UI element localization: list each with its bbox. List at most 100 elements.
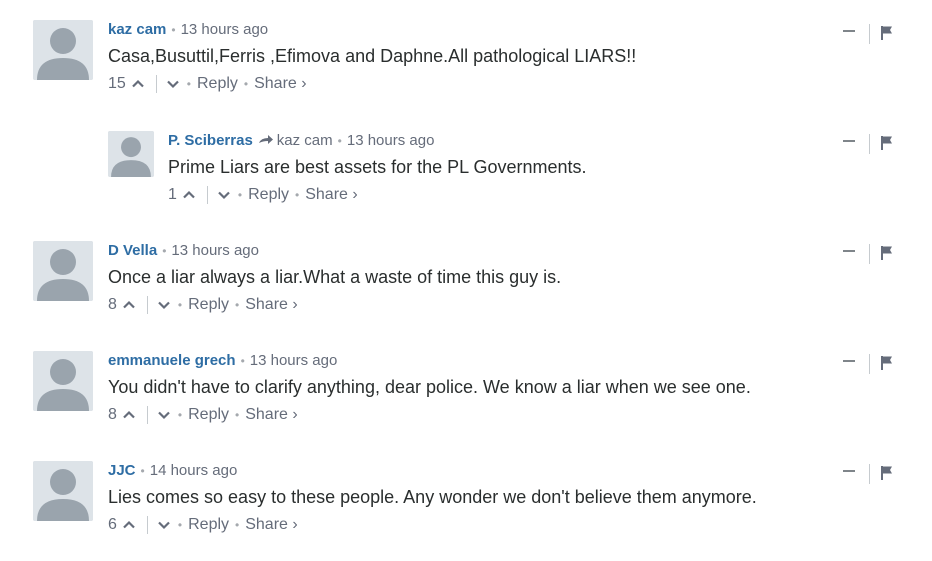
vote-count: 1 xyxy=(168,186,177,203)
comment-reply: P. Sciberras kaz cam • 13 hours ago Prime L… xyxy=(0,131,932,231)
flag-icon[interactable] xyxy=(880,355,894,371)
upvote-icon[interactable] xyxy=(121,297,137,313)
comment-actions: 8 • Reply • Share › xyxy=(108,403,751,427)
downvote-icon[interactable] xyxy=(216,187,232,203)
author-name[interactable]: kaz cam xyxy=(108,21,166,38)
downvote-icon[interactable] xyxy=(165,76,181,92)
reply-button[interactable]: Reply xyxy=(188,513,229,537)
divider xyxy=(146,406,148,424)
comment-body: JJC • 14 hours ago Lies comes so easy to t… xyxy=(108,461,757,537)
divider xyxy=(146,296,148,314)
comment-meta: emmanuele grech • 13 hours ago xyxy=(108,351,751,371)
avatar[interactable] xyxy=(33,351,93,411)
separator-dot: • xyxy=(237,188,243,202)
vote-count: 8 xyxy=(108,296,117,313)
reply-arrow-icon xyxy=(258,135,273,144)
separator-dot: • xyxy=(295,188,300,202)
flag-icon[interactable] xyxy=(880,25,894,41)
avatar[interactable] xyxy=(33,461,93,521)
share-button[interactable]: Share › xyxy=(245,403,297,427)
timestamp[interactable]: 13 hours ago xyxy=(347,132,435,149)
comment-text: Once a liar always a liar.What a waste o… xyxy=(108,267,562,287)
divider xyxy=(146,516,148,534)
downvote-icon[interactable] xyxy=(156,407,172,423)
separator-dot: • xyxy=(243,77,249,91)
share-button[interactable]: Share › xyxy=(245,293,297,317)
comment-controls xyxy=(843,462,903,486)
author-name[interactable]: P. Sciberras xyxy=(168,132,253,149)
comment-actions: 15 • Reply • Share › xyxy=(108,72,636,96)
collapse-icon[interactable] xyxy=(843,360,855,362)
separator-dot: • xyxy=(235,408,240,422)
comment-body: D Vella • 13 hours ago Once a liar always … xyxy=(108,241,561,317)
upvote-icon[interactable] xyxy=(130,76,146,92)
divider xyxy=(155,75,157,93)
share-button[interactable]: Share › xyxy=(245,513,297,537)
comment-text: Casa,Busuttil,Ferris ,Efimova and Daphne… xyxy=(108,46,637,66)
divider xyxy=(869,464,870,484)
comment-meta: P. Sciberras kaz cam • 13 hours ago xyxy=(168,131,587,151)
comment-text: Lies comes so easy to these people. Any … xyxy=(108,487,757,507)
collapse-icon[interactable] xyxy=(843,250,855,252)
flag-icon[interactable] xyxy=(880,245,894,261)
divider xyxy=(869,354,870,374)
divider xyxy=(206,186,208,204)
parent-author[interactable]: kaz cam xyxy=(277,132,333,149)
comment-controls xyxy=(843,242,903,266)
avatar[interactable] xyxy=(108,131,154,177)
divider xyxy=(869,24,870,44)
vote-count: 8 xyxy=(108,406,117,423)
comment-actions: 1 • Reply • Share › xyxy=(168,183,587,207)
collapse-icon[interactable] xyxy=(843,140,855,142)
comment-actions: 6 • Reply • Share › xyxy=(108,513,757,537)
flag-icon[interactable] xyxy=(880,465,894,481)
separator-dot: • xyxy=(177,408,183,422)
author-name[interactable]: emmanuele grech xyxy=(108,352,236,369)
share-button[interactable]: Share › xyxy=(254,72,306,96)
timestamp[interactable]: 13 hours ago xyxy=(181,21,269,38)
author-name[interactable]: D Vella xyxy=(108,242,157,259)
upvote-icon[interactable] xyxy=(121,407,137,423)
share-button[interactable]: Share › xyxy=(305,183,357,207)
timestamp[interactable]: 13 hours ago xyxy=(250,352,338,369)
separator-dot: • xyxy=(235,298,240,312)
comment-text: You didn't have to clarify anything, dea… xyxy=(108,377,751,397)
separator-dot: • xyxy=(177,518,183,532)
separator-dot: • xyxy=(177,298,183,312)
comment-controls xyxy=(843,132,903,156)
reply-button[interactable]: Reply xyxy=(188,403,229,427)
reply-button[interactable]: Reply xyxy=(248,183,289,207)
comment: JJC • 14 hours ago Lies comes so easy to t… xyxy=(0,461,932,561)
separator-dot: • xyxy=(235,518,240,532)
separator-dot: • xyxy=(171,23,176,37)
timestamp[interactable]: 13 hours ago xyxy=(171,242,259,259)
upvote-icon[interactable] xyxy=(181,187,197,203)
reply-button[interactable]: Reply xyxy=(197,72,238,96)
avatar[interactable] xyxy=(33,241,93,301)
divider xyxy=(869,134,870,154)
avatar[interactable] xyxy=(33,20,93,80)
collapse-icon[interactable] xyxy=(843,470,855,472)
collapse-icon[interactable] xyxy=(843,30,855,32)
separator-dot: • xyxy=(162,244,167,258)
comment-meta: JJC • 14 hours ago xyxy=(108,461,757,481)
comment-text: Prime Liars are best assets for the PL G… xyxy=(168,157,587,177)
flag-icon[interactable] xyxy=(880,135,894,151)
separator-dot: • xyxy=(186,77,191,91)
downvote-icon[interactable] xyxy=(156,517,172,533)
comment-body: P. Sciberras kaz cam • 13 hours ago Prime L… xyxy=(168,131,587,207)
comment-controls xyxy=(843,352,903,376)
separator-dot: • xyxy=(140,464,145,478)
separator-dot: • xyxy=(240,354,245,368)
comment-controls xyxy=(843,22,903,46)
comment-actions: 8 • Reply • Share › xyxy=(108,293,561,317)
upvote-icon[interactable] xyxy=(121,517,137,533)
author-name[interactable]: JJC xyxy=(108,462,136,479)
separator-dot: • xyxy=(337,134,342,148)
reply-button[interactable]: Reply xyxy=(188,293,229,317)
downvote-icon[interactable] xyxy=(156,297,172,313)
comment-body: kaz cam • 13 hours ago Casa,Busuttil,Ferri… xyxy=(108,20,636,96)
timestamp[interactable]: 14 hours ago xyxy=(150,462,238,479)
comment: D Vella • 13 hours ago Once a liar always … xyxy=(0,241,932,341)
comment-meta: kaz cam • 13 hours ago xyxy=(108,20,636,40)
